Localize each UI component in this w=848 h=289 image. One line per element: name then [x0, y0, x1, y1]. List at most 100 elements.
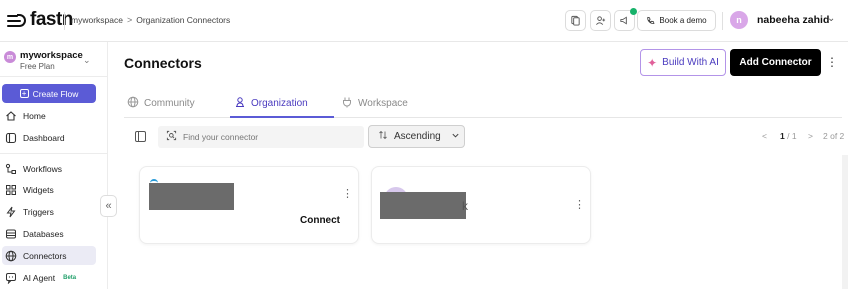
- breadcrumb-current: Organization Connectors: [136, 15, 231, 25]
- divider: [0, 76, 108, 77]
- sidebar-item-label: Home: [23, 110, 46, 121]
- tab-workspace[interactable]: Workspace: [341, 88, 408, 118]
- build-with-ai-label: Build With AI: [662, 57, 719, 68]
- search-icon: [166, 130, 177, 144]
- workspace-switcher[interactable]: m myworkspace Free Plan ⌄: [3, 48, 101, 74]
- page-title: Connectors: [124, 55, 202, 71]
- user-icon: [234, 96, 246, 111]
- document-icon: [571, 15, 580, 26]
- divider: [0, 153, 108, 154]
- notification-dot: [630, 8, 637, 15]
- sidebar-item-label: Triggers: [23, 206, 54, 217]
- megaphone-icon: [620, 16, 627, 25]
- sidebar-item-databases[interactable]: Databases: [2, 224, 96, 243]
- avatar[interactable]: n: [730, 11, 748, 29]
- widgets-icon: [4, 183, 17, 196]
- chat-icon: [4, 271, 17, 284]
- plug-icon: [341, 96, 353, 111]
- card-menu-icon[interactable]: ⋮: [574, 200, 585, 211]
- build-with-ai-button[interactable]: ✦ Build With AI: [640, 49, 726, 76]
- page-indicator: 1 / 1: [780, 131, 797, 141]
- chevron-down-icon: ⌄: [83, 55, 91, 65]
- collapse-sidebar-button[interactable]: «: [100, 195, 117, 217]
- home-icon: [4, 109, 17, 122]
- prev-page-button[interactable]: <: [762, 131, 767, 141]
- lightning-icon: [4, 205, 17, 218]
- page-total: / 1: [787, 131, 797, 141]
- next-page-button[interactable]: >: [808, 131, 813, 141]
- sidebar-item-connectors[interactable]: Connectors: [2, 246, 96, 265]
- sidebar-item-workflows[interactable]: Workflows: [2, 159, 96, 178]
- announcements-button[interactable]: [614, 8, 637, 31]
- workspace-plan: Free Plan: [20, 62, 55, 71]
- sort-dropdown[interactable]: Ascending: [368, 125, 465, 148]
- search-input[interactable]: [183, 132, 353, 142]
- breadcrumb-workspace[interactable]: myworkspace: [71, 15, 123, 25]
- sidebar-item-dashboard[interactable]: Dashboard: [2, 128, 96, 147]
- toggle-panel-icon[interactable]: [135, 131, 146, 142]
- sidebar: m myworkspace Free Plan ⌄ + Create Flow …: [0, 42, 108, 289]
- sidebar-item-widgets[interactable]: Widgets: [2, 180, 96, 199]
- tab-organization[interactable]: Organization: [234, 88, 308, 118]
- sidebar-item-ai-agent[interactable]: AI Agent Beta: [2, 268, 96, 287]
- sidebar-item-label: Dashboard: [23, 132, 65, 143]
- sidebar-item-triggers[interactable]: Triggers: [2, 202, 96, 221]
- book-demo-label: Book a demo: [659, 16, 707, 25]
- tab-label: Organization: [251, 97, 308, 109]
- scrollbar[interactable]: [842, 155, 848, 289]
- beta-badge: Beta: [63, 274, 77, 281]
- dashboard-icon: [4, 131, 17, 144]
- sidebar-item-label: Workflows: [23, 163, 63, 174]
- connector-card[interactable]: k ⋮: [371, 166, 591, 244]
- breadcrumb-separator: >: [126, 15, 133, 25]
- globe-icon: [4, 249, 17, 262]
- active-tab-indicator: [230, 116, 334, 118]
- sidebar-item-label: Databases: [23, 228, 64, 239]
- workspace-icon: m: [4, 51, 16, 63]
- double-chevron-left-icon: «: [105, 200, 112, 212]
- sidebar-item-label: AI Agent: [23, 272, 56, 283]
- sidebar-item-label: Connectors: [23, 250, 67, 261]
- docs-button[interactable]: [565, 10, 586, 31]
- sidebar-item-home[interactable]: Home: [2, 106, 96, 125]
- globe-icon: [127, 96, 139, 111]
- plus-icon: +: [19, 89, 29, 98]
- user-name[interactable]: nabeeha zahid: [757, 14, 829, 26]
- invite-user-button[interactable]: [590, 10, 611, 31]
- connector-name-tail: k: [462, 199, 468, 213]
- workspace-name: myworkspace: [20, 50, 83, 61]
- tab-community[interactable]: Community: [127, 88, 195, 118]
- sidebar-item-label: Widgets: [23, 184, 54, 195]
- sort-icon: [378, 130, 388, 143]
- tab-label: Community: [144, 97, 195, 109]
- chevron-down-icon: [451, 131, 460, 142]
- more-options-icon[interactable]: ⋮: [826, 55, 838, 71]
- top-bar: fastn myworkspace > Organization Connect…: [0, 0, 848, 42]
- fastn-logo-mark-icon: [7, 11, 27, 29]
- phone-icon: [647, 16, 655, 24]
- search-box[interactable]: [158, 126, 364, 148]
- redacted-connector-name: [380, 192, 466, 219]
- connector-card[interactable]: ⋮ Connect: [139, 166, 359, 244]
- user-add-icon: [596, 16, 606, 25]
- sparkle-icon: ✦: [647, 55, 658, 70]
- logo-text: fastn: [30, 9, 73, 30]
- redacted-connector-name: [149, 183, 234, 210]
- tab-label: Workspace: [358, 97, 408, 109]
- create-flow-label: Create Flow: [32, 88, 79, 99]
- sort-label: Ascending: [394, 131, 441, 142]
- create-flow-button[interactable]: + Create Flow: [2, 84, 96, 103]
- divider: [722, 12, 723, 30]
- connector-tabs: Community Organization Workspace: [124, 88, 842, 118]
- results-range: 2 of 2: [823, 131, 845, 141]
- add-connector-button[interactable]: Add Connector: [730, 49, 821, 76]
- breadcrumb: myworkspace > Organization Connectors: [71, 15, 230, 25]
- database-icon: [4, 227, 17, 240]
- card-menu-icon[interactable]: ⋮: [342, 189, 353, 200]
- connect-button[interactable]: Connect: [300, 215, 340, 226]
- workflow-icon: [4, 162, 17, 175]
- divider: [64, 12, 65, 30]
- chevron-down-icon[interactable]: ⌄: [827, 13, 835, 24]
- page-current: 1: [780, 131, 785, 141]
- book-demo-button[interactable]: Book a demo: [637, 10, 716, 31]
